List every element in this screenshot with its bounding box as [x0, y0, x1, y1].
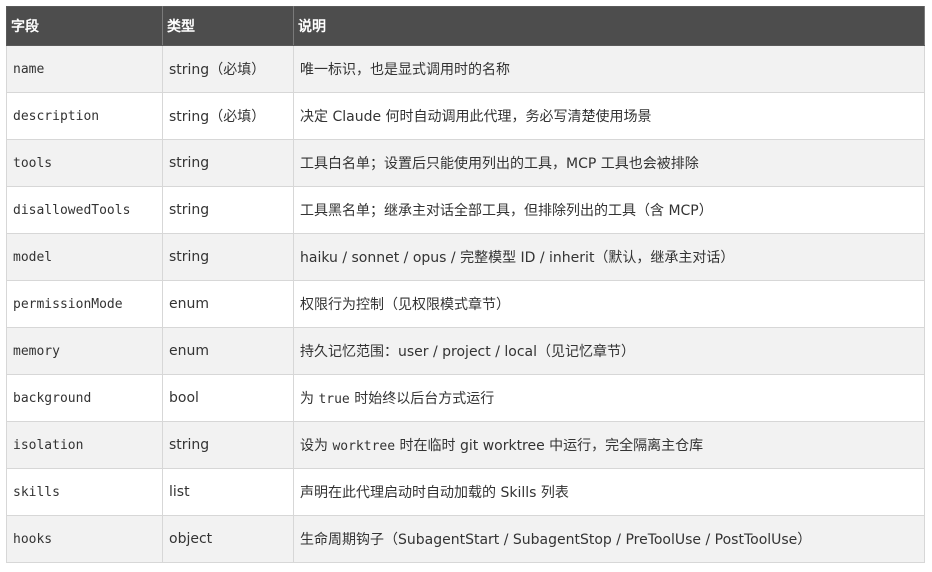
field-description-cell: 为 true 时始终以后台方式运行	[293, 374, 925, 422]
field-name-cell: skills	[6, 468, 163, 516]
field-description-cell: 持久记忆范围：user / project / local（见记忆章节）	[293, 327, 925, 375]
table-row: permissionMode enum 权限行为控制（见权限模式章节）	[6, 280, 925, 328]
description-text: 时始终以后台方式运行	[349, 391, 495, 407]
field-name-cell: tools	[6, 139, 163, 187]
field-description-cell: 决定 Claude 何时自动调用此代理，务必写清楚使用场景	[293, 92, 925, 140]
table-header-row: 字段 类型 说明	[6, 6, 925, 46]
inline-code: worktree	[332, 439, 396, 454]
field-description-cell: 生命周期钩子（SubagentStart / SubagentStop / Pr…	[293, 515, 925, 563]
description-text: 生命周期钩子（SubagentStart / SubagentStop / Pr…	[300, 532, 812, 548]
field-name-cell: permissionMode	[6, 280, 163, 328]
field-type-cell: string	[162, 139, 294, 187]
field-description-cell: 工具白名单；设置后只能使用列出的工具，MCP 工具也会被排除	[293, 139, 925, 187]
field-type-cell: list	[162, 468, 294, 516]
table-row: name string（必填） 唯一标识，也是显式调用时的名称	[6, 45, 925, 93]
field-name-cell: name	[6, 45, 163, 93]
description-text: 声明在此代理启动时自动加载的 Skills 列表	[300, 485, 569, 501]
inline-code: true	[318, 392, 350, 407]
description-text: 持久记忆范围：user / project / local（见记忆章节）	[300, 344, 635, 360]
field-description-cell: 工具黑名单；继承主对话全部工具，但排除列出的工具（含 MCP）	[293, 186, 925, 234]
description-text: haiku / sonnet / opus / 完整模型 ID / inheri…	[300, 250, 735, 266]
field-name-cell: model	[6, 233, 163, 281]
field-type-cell: bool	[162, 374, 294, 422]
field-type-cell: string（必填）	[162, 45, 294, 93]
field-name-cell: description	[6, 92, 163, 140]
description-text: 权限行为控制（见权限模式章节）	[300, 297, 510, 313]
description-text: 工具白名单；设置后只能使用列出的工具，MCP 工具也会被排除	[300, 156, 699, 172]
table-row: skills list 声明在此代理启动时自动加载的 Skills 列表	[6, 468, 925, 516]
field-description-cell: 声明在此代理启动时自动加载的 Skills 列表	[293, 468, 925, 516]
field-type-cell: string	[162, 421, 294, 469]
field-name-cell: hooks	[6, 515, 163, 563]
field-type-cell: object	[162, 515, 294, 563]
field-name-cell: disallowedTools	[6, 186, 163, 234]
header-description: 说明	[293, 6, 925, 46]
field-description-cell: 唯一标识，也是显式调用时的名称	[293, 45, 925, 93]
field-description-cell: 设为 worktree 时在临时 git worktree 中运行，完全隔离主仓…	[293, 421, 925, 469]
description-text: 时在临时 git worktree 中运行，完全隔离主仓库	[395, 438, 704, 454]
table-row: isolation string 设为 worktree 时在临时 git work…	[6, 421, 925, 469]
field-name-cell: background	[6, 374, 163, 422]
field-description-cell: 权限行为控制（见权限模式章节）	[293, 280, 925, 328]
table-row: model string haiku / sonnet / opus / 完整模型 …	[6, 233, 925, 281]
config-fields-table: 字段 类型 说明 name string（必填） 唯一标识，也是显式调用时的名称 de…	[6, 6, 925, 563]
description-text: 为	[300, 391, 319, 407]
description-text: 决定 Claude 何时自动调用此代理，务必写清楚使用场景	[300, 109, 652, 125]
field-type-cell: string（必填）	[162, 92, 294, 140]
table-row: background bool 为 true 时始终以后台方式运行	[6, 374, 925, 422]
table-row: description string（必填） 决定 Claude 何时自动调用此代理…	[6, 92, 925, 140]
field-name-cell: isolation	[6, 421, 163, 469]
table-row: tools string 工具白名单；设置后只能使用列出的工具，MCP 工具也会被排…	[6, 139, 925, 187]
header-type: 类型	[162, 6, 294, 46]
field-type-cell: string	[162, 186, 294, 234]
config-fields-table-wrapper: 字段 类型 说明 name string（必填） 唯一标识，也是显式调用时的名称 de…	[6, 6, 925, 563]
field-type-cell: string	[162, 233, 294, 281]
table-row: hooks object 生命周期钩子（SubagentStart / Subage…	[6, 515, 925, 563]
table-body: name string（必填） 唯一标识，也是显式调用时的名称 description…	[6, 45, 925, 563]
description-text: 唯一标识，也是显式调用时的名称	[300, 62, 510, 78]
table-row: disallowedTools string 工具黑名单；继承主对话全部工具，但排除…	[6, 186, 925, 234]
field-name-cell: memory	[6, 327, 163, 375]
field-description-cell: haiku / sonnet / opus / 完整模型 ID / inheri…	[293, 233, 925, 281]
description-text: 设为	[300, 438, 333, 454]
field-type-cell: enum	[162, 280, 294, 328]
field-type-cell: enum	[162, 327, 294, 375]
table-row: memory enum 持久记忆范围：user / project / local（…	[6, 327, 925, 375]
description-text: 工具黑名单；继承主对话全部工具，但排除列出的工具（含 MCP）	[300, 203, 713, 219]
header-field: 字段	[6, 6, 163, 46]
